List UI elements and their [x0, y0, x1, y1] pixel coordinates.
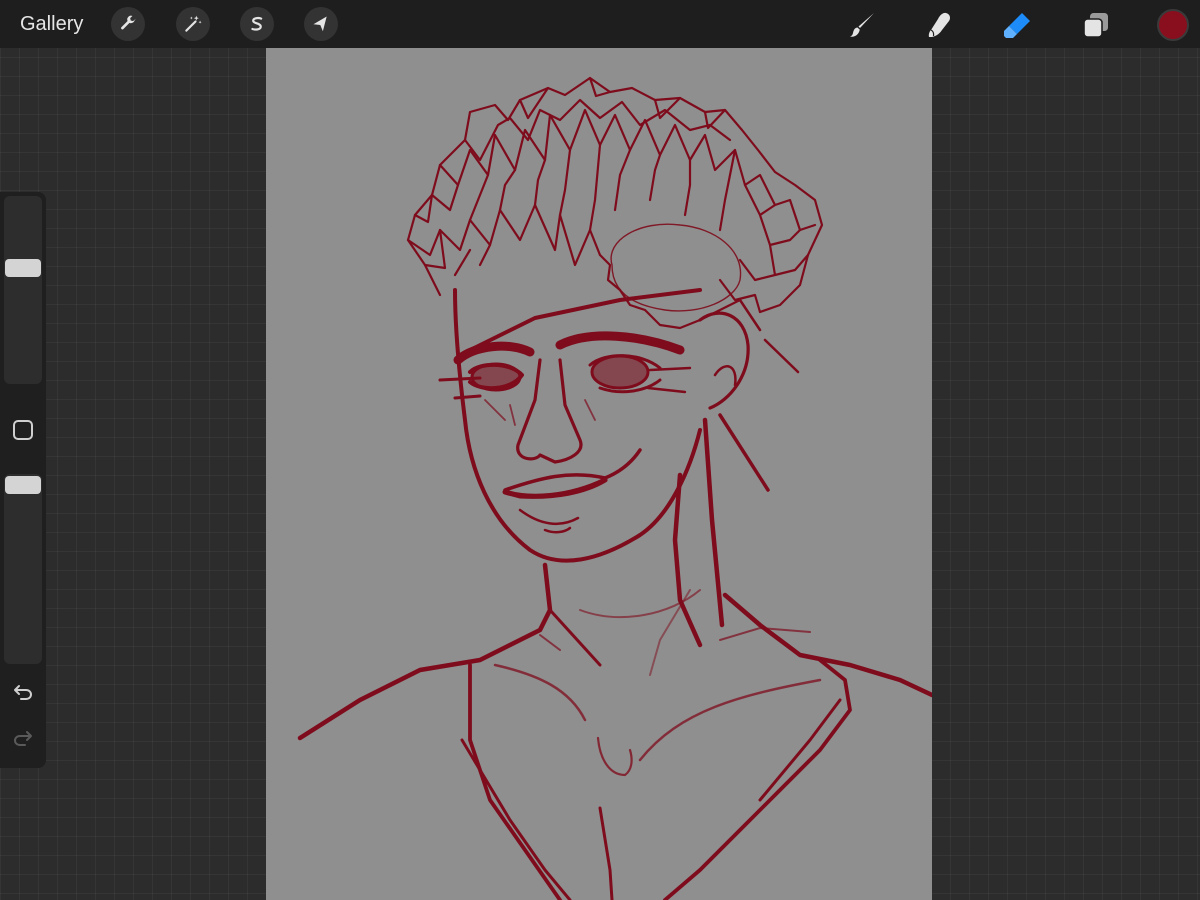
transform-button[interactable] [304, 7, 338, 41]
selection-s-icon [251, 16, 263, 31]
face-outline [453, 288, 800, 563]
color-picker-swatch[interactable] [1157, 9, 1189, 41]
modify-button[interactable] [13, 420, 33, 440]
opacity-slider-thumb[interactable] [5, 476, 41, 494]
adjustments-button[interactable] [176, 7, 210, 41]
brush-tool-button[interactable] [845, 8, 879, 42]
gallery-button[interactable]: Gallery [20, 11, 83, 37]
magic-wand-icon [185, 15, 202, 32]
smudge-finger-icon [928, 12, 950, 37]
undo-button[interactable] [11, 680, 35, 704]
body-outline [297, 417, 932, 900]
left-sidebar [0, 192, 46, 768]
wrench-icon [121, 15, 136, 30]
face-features [438, 331, 692, 534]
undo-arrow-icon [14, 685, 32, 700]
eraser-tool-button[interactable] [1000, 8, 1034, 42]
redo-button[interactable] [11, 726, 35, 750]
paintbrush-icon [850, 13, 874, 37]
layers-button[interactable] [1079, 8, 1113, 42]
opacity-slider[interactable] [4, 474, 42, 664]
top-toolbar: Gallery [0, 0, 1200, 48]
brush-size-slider[interactable] [4, 196, 42, 384]
redo-arrow-icon [14, 731, 32, 746]
crystal-hair [406, 76, 824, 330]
selection-button[interactable] [240, 7, 274, 41]
drawing-canvas[interactable] [266, 48, 932, 900]
smudge-tool-button[interactable] [922, 8, 956, 42]
arrow-cursor-icon [313, 16, 327, 32]
sketch-artwork [297, 76, 932, 900]
layers-icon [1083, 13, 1108, 38]
brush-size-slider-thumb[interactable] [5, 259, 41, 278]
actions-button[interactable] [111, 7, 145, 41]
eraser-icon [1004, 13, 1030, 38]
